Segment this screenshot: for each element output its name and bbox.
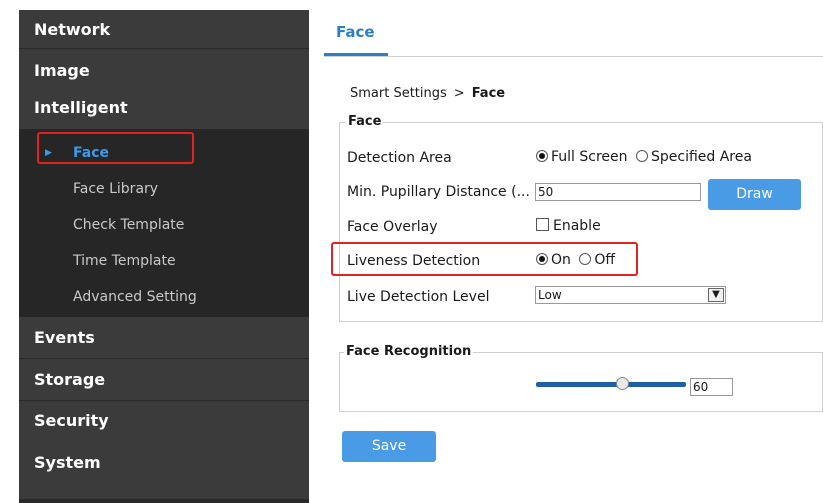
breadcrumb: Smart Settings > Face	[350, 86, 505, 101]
sidebar-item-label: Check Template	[73, 217, 185, 233]
breadcrumb-parent: Smart Settings	[350, 86, 447, 101]
tab-face[interactable]: Face	[324, 10, 388, 56]
recognition-slider-thumb[interactable]	[616, 377, 629, 390]
breadcrumb-separator: >	[453, 86, 465, 101]
recognition-slider-track[interactable]	[536, 382, 686, 387]
menu-events[interactable]: Events	[19, 317, 309, 359]
sidebar-item-label: Face Library	[73, 181, 159, 197]
live-detection-level-label: Live Detection Level	[347, 289, 490, 305]
liveness-on-label: On	[551, 252, 571, 268]
full-screen-label: Full Screen	[551, 149, 628, 165]
sidebar-item-label: Time Template	[73, 253, 176, 269]
highlight-box-face	[37, 132, 194, 164]
min-pupillary-label: Min. Pupillary Distance (...	[347, 184, 530, 200]
detection-area-label: Detection Area	[347, 150, 452, 166]
menu-network[interactable]: Network	[19, 10, 309, 49]
menu-image[interactable]: Image	[19, 49, 309, 91]
specified-area-radio[interactable]	[635, 150, 648, 162]
tab-bar: Face	[324, 10, 823, 57]
liveness-detection-label: Liveness Detection	[347, 253, 481, 269]
draw-button[interactable]: Draw	[708, 179, 801, 210]
live-detection-level-select[interactable]: Low ▼	[535, 286, 726, 304]
face-recognition-title: Face Recognition	[344, 344, 474, 359]
face-overlay-enable-label: Enable	[553, 218, 601, 234]
min-pupillary-input[interactable]: 50	[535, 183, 701, 201]
face-overlay-option: Enable	[536, 218, 601, 234]
sidebar-item-face-library[interactable]: Face Library	[19, 171, 309, 207]
tab-label: Face	[336, 23, 375, 41]
detection-area-options: Full Screen Specified Area	[536, 149, 756, 165]
sidebar-item-advanced-setting[interactable]: Advanced Setting	[19, 279, 309, 315]
save-button[interactable]: Save	[342, 431, 436, 462]
live-detection-level-value: Low	[538, 288, 562, 302]
full-screen-radio[interactable]	[536, 150, 548, 162]
chevron-down-icon: ▼	[708, 288, 724, 302]
breadcrumb-current: Face	[471, 86, 506, 101]
sidebar-item-check-template[interactable]: Check Template	[19, 207, 309, 243]
menu-intelligent[interactable]: Intelligent	[19, 91, 309, 129]
liveness-off-label: Off	[594, 252, 616, 268]
face-section-title: Face	[346, 114, 384, 129]
menu-storage[interactable]: Storage	[19, 359, 309, 401]
sidebar-item-time-template[interactable]: Time Template	[19, 243, 309, 279]
liveness-on-radio[interactable]	[536, 253, 548, 265]
liveness-options: On Off	[536, 252, 619, 268]
specified-area-label: Specified Area	[650, 149, 752, 165]
intelligent-submenu: ▶ Face Face Library Check Template Time …	[19, 129, 309, 317]
menu-system[interactable]: System	[19, 443, 309, 483]
liveness-off-radio[interactable]	[579, 253, 592, 265]
recognition-value-input[interactable]: 60	[690, 378, 733, 396]
sidebar-divider	[19, 499, 309, 503]
face-overlay-checkbox[interactable]	[536, 218, 549, 231]
face-overlay-label: Face Overlay	[347, 219, 438, 235]
sidebar: Network Image Intelligent ▶ Face Face Li…	[19, 10, 309, 503]
sidebar-item-label: Advanced Setting	[73, 289, 197, 305]
menu-security[interactable]: Security	[19, 401, 309, 443]
